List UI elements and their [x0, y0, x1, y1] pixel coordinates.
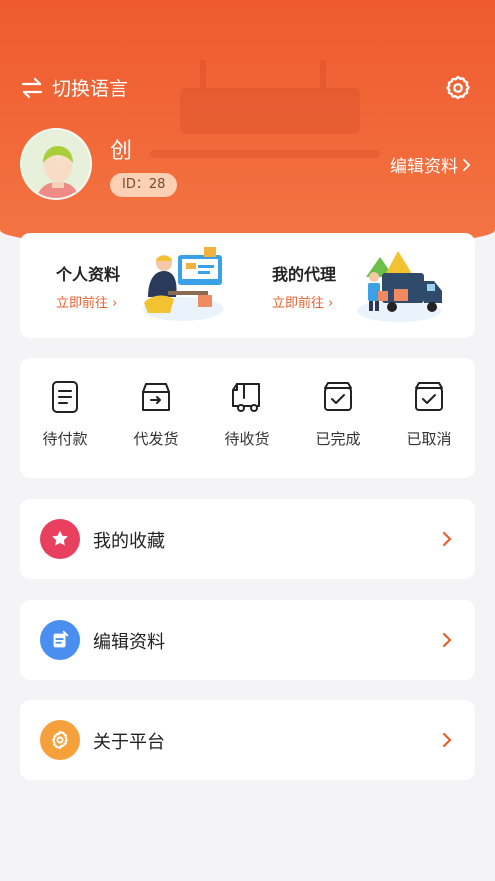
user-id-badge: ID：28 — [110, 173, 178, 197]
cancelled-icon — [415, 382, 443, 411]
header-decoration — [150, 60, 380, 180]
pending-payment-icon — [52, 381, 78, 413]
order-completed[interactable]: 已完成 — [303, 380, 373, 449]
order-label: 已完成 — [315, 430, 361, 448]
language-switch-button[interactable]: 切换语言 — [20, 74, 128, 101]
chevron-right-icon: › — [108, 296, 118, 311]
avatar[interactable] — [20, 128, 92, 200]
menu-item-edit-profile[interactable]: 编辑资料 — [20, 600, 475, 680]
edit-icon — [40, 620, 80, 660]
menu-item-favorites[interactable]: 我的收藏 — [20, 499, 475, 579]
quick-links-card: 个人资料 立即前往 › 我的代理 立即前往 › — [20, 233, 475, 338]
to-ship-icon — [142, 383, 170, 411]
quick-link-action: 立即前往 › — [272, 296, 334, 311]
order-to-ship[interactable]: 代发货 — [121, 380, 191, 449]
order-to-receive[interactable]: 待收货 — [212, 380, 282, 449]
quick-link-action: 立即前往 › — [56, 296, 118, 311]
menu-label: 关于平台 — [93, 732, 165, 753]
edit-profile-link[interactable]: 编辑资料 — [390, 152, 471, 177]
menu-label: 编辑资料 — [93, 632, 165, 653]
swap-arrows-icon — [21, 77, 43, 98]
edit-profile-label: 编辑资料 — [390, 157, 458, 177]
settings-button[interactable] — [444, 74, 472, 102]
order-label: 已取消 — [406, 430, 452, 448]
chevron-right-icon: › — [324, 296, 334, 311]
chevron-right-icon — [463, 158, 471, 171]
username: 创 — [110, 139, 133, 164]
quick-link-title: 个人资料 — [56, 265, 121, 284]
chevron-right-icon — [442, 732, 452, 748]
order-pending-payment[interactable]: 待付款 — [30, 380, 100, 449]
order-label: 代发货 — [133, 430, 179, 448]
menu-item-about[interactable]: 关于平台 — [20, 700, 475, 780]
completed-icon — [324, 382, 352, 411]
language-switch-label: 切换语言 — [52, 78, 129, 100]
quick-link-profile[interactable]: 个人资料 立即前往 › — [20, 233, 240, 338]
profile-header — [0, 0, 495, 250]
order-cancelled[interactable]: 已取消 — [394, 380, 464, 449]
chevron-right-icon — [442, 531, 452, 547]
order-label: 待收货 — [224, 430, 270, 448]
delivery-truck-illustration — [357, 251, 442, 322]
about-icon — [40, 720, 80, 760]
favorites-icon — [40, 519, 80, 559]
quick-link-title: 我的代理 — [272, 265, 337, 284]
gear-icon — [446, 75, 470, 100]
orders-card: 待付款 代发货 待收货 已完成 已取消 — [20, 358, 475, 478]
order-label: 待付款 — [42, 430, 88, 448]
quick-link-agent[interactable]: 我的代理 立即前往 › — [236, 233, 456, 338]
truck-icon — [232, 383, 260, 412]
chevron-right-icon — [442, 632, 452, 648]
menu-label: 我的收藏 — [93, 531, 165, 552]
office-worker-illustration — [143, 247, 223, 321]
